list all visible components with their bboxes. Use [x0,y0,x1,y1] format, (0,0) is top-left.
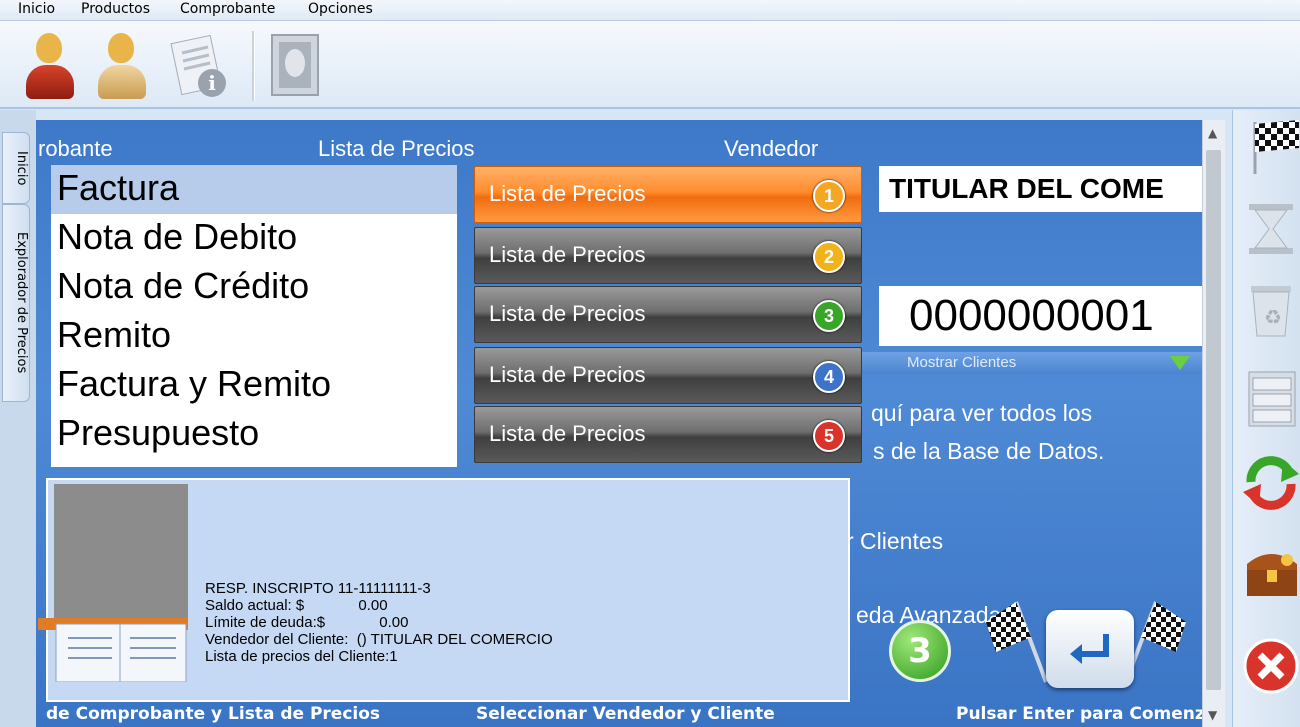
price-list-button-2[interactable]: Lista de Precios 2 [474,227,862,284]
vertical-scrollbar[interactable]: ▲ ▼ [1202,120,1225,727]
user-female-blue-icon[interactable] [92,29,154,103]
chevron-down-icon [1170,356,1190,370]
client-info-text: RESP. INSCRIPTO 11-11111111-3 Saldo actu… [205,580,553,665]
menu-productos[interactable]: Productos [81,1,150,17]
show-clients-label: Mostrar Clientes [907,354,1017,371]
scroll-up-icon[interactable]: ▲ [1208,126,1217,140]
client-info-line: Saldo actual: $ 0.00 [205,597,388,614]
number-badge-icon: 3 [813,300,845,332]
scroll-down-icon[interactable]: ▼ [1208,708,1217,722]
menu-inicio[interactable]: Inicio [18,1,55,17]
right-toolbar: ♻ [1232,110,1300,727]
address-book-icon [38,600,198,683]
doc-type-item[interactable]: Factura y Remito [51,361,457,410]
client-info-line: RESP. INSCRIPTO 11-11111111-3 [205,580,431,597]
number-badge-icon: 4 [813,361,845,393]
treasure-chest-icon[interactable] [1241,540,1300,600]
number-badge-icon: 5 [813,420,845,452]
doc-type-item[interactable]: Presupuesto [51,410,457,459]
step2-label: Seleccionar Vendedor y Cliente [476,704,775,724]
bottom-steps-bar: de Comprobante y Lista de Precios Selecc… [36,700,1202,727]
price-list-label: Lista de Precios [489,181,646,206]
recycle-bin-icon[interactable]: ♻ [1241,278,1300,338]
doc-type-item[interactable]: Nota de Debito [51,214,457,263]
price-list-label: Lista de Precios [489,362,646,387]
price-list-button-5[interactable]: Lista de Precios 5 [474,406,862,463]
client-info-card: RESP. INSCRIPTO 11-11111111-3 Saldo actu… [38,478,850,702]
show-clients-bar[interactable]: Mostrar Clientes [862,352,1202,374]
menu-comprobante[interactable]: Comprobante [180,1,275,17]
step3-label: Pulsar Enter para Comenza [956,704,1202,724]
refresh-arrows-icon[interactable] [1241,452,1300,512]
client-photo [54,484,188,618]
left-tab-strip: Inicio Explorador de Precios [0,110,36,727]
doc-type-item[interactable]: Nota de Crédito [51,263,457,312]
tab-inicio[interactable]: Inicio [2,132,30,204]
menu-opciones[interactable]: Opciones [308,1,373,17]
stamp-icon[interactable] [262,29,324,103]
header-vendedor: Vendedor [724,136,819,161]
cabinet-icon[interactable] [1241,368,1300,428]
price-list-button-4[interactable]: Lista de Precios 4 [474,347,862,404]
checkered-flag-icon[interactable] [1241,116,1300,176]
close-icon[interactable] [1241,634,1300,694]
help-text-1: quí para ver todos los [871,400,1093,426]
doc-type-item[interactable]: Remito [51,312,457,361]
price-list-button-3[interactable]: Lista de Precios 3 [474,286,862,343]
doc-type-item[interactable]: Factura [51,165,457,214]
number-badge-icon: 1 [813,180,845,212]
seller-field[interactable]: TITULAR DEL COME [879,166,1202,212]
step-number-icon: 3 [889,620,951,682]
client-info-line: Límite de deuda:$ 0.00 [205,614,409,631]
enter-key-icon[interactable] [1046,610,1134,688]
scrollbar-thumb[interactable] [1206,150,1221,690]
client-info-line: Lista de precios del Cliente:1 [205,648,398,665]
toolbar: i [0,21,1300,109]
header-comprobante: robante [38,136,113,161]
step1-label: de Comprobante y Lista de Precios [46,704,381,724]
price-list-label: Lista de Precios [489,301,646,326]
price-list-label: Lista de Precios [489,421,646,446]
menu-bar: Inicio Productos Comprobante Opciones [0,0,1300,21]
help-text-2: s de la Base de Datos. [873,438,1105,464]
user-female-red-icon[interactable] [20,29,82,103]
price-list-button-1[interactable]: Lista de Precios 1 [474,166,862,223]
document-info-icon[interactable]: i [168,29,230,103]
document-type-list[interactable]: Factura Nota de Debito Nota de Crédito R… [51,165,457,467]
svg-text:♻: ♻ [1264,305,1282,329]
hourglass-icon[interactable] [1241,198,1300,258]
search-clients-link[interactable]: r Clientes [846,528,943,555]
main-panel: robante Lista de Precios Vendedor Factur… [36,120,1202,727]
client-number-field[interactable]: 0000000001 [879,286,1202,346]
number-badge-icon: 2 [813,241,845,273]
price-list-label: Lista de Precios [489,242,646,267]
tab-explorador-precios[interactable]: Explorador de Precios [2,204,30,402]
client-info-line: Vendedor del Cliente: () TITULAR DEL COM… [205,631,553,648]
svg-text:i: i [208,71,216,95]
header-lista-precios: Lista de Precios [318,136,475,161]
